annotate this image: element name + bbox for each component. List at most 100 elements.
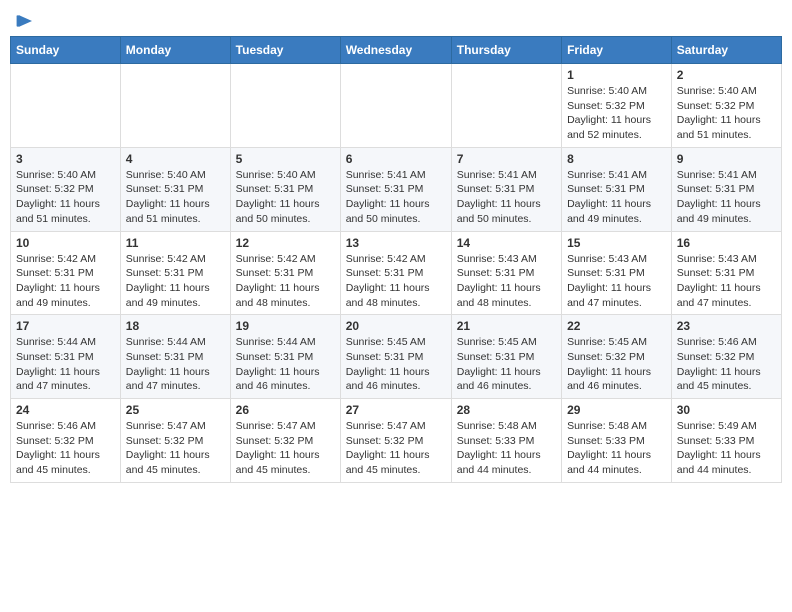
calendar-week-4: 17 Sunrise: 5:44 AM Sunset: 5:31 PM Dayli… xyxy=(11,315,782,399)
day-info: Sunrise: 5:42 AM Sunset: 5:31 PM Dayligh… xyxy=(236,252,335,311)
day-number: 13 xyxy=(346,236,446,250)
calendar-cell: 4 Sunrise: 5:40 AM Sunset: 5:31 PM Daylig… xyxy=(120,147,230,231)
day-info: Sunrise: 5:48 AM Sunset: 5:33 PM Dayligh… xyxy=(567,419,666,478)
logo-icon xyxy=(16,14,34,28)
day-info: Sunrise: 5:47 AM Sunset: 5:32 PM Dayligh… xyxy=(346,419,446,478)
day-number: 7 xyxy=(457,152,556,166)
day-info: Sunrise: 5:46 AM Sunset: 5:32 PM Dayligh… xyxy=(677,335,776,394)
day-info: Sunrise: 5:47 AM Sunset: 5:32 PM Dayligh… xyxy=(236,419,335,478)
day-number: 21 xyxy=(457,319,556,333)
calendar-cell: 25 Sunrise: 5:47 AM Sunset: 5:32 PM Dayli… xyxy=(120,399,230,483)
day-info: Sunrise: 5:40 AM Sunset: 5:31 PM Dayligh… xyxy=(236,168,335,227)
calendar-cell xyxy=(230,64,340,148)
calendar-body: 1 Sunrise: 5:40 AM Sunset: 5:32 PM Daylig… xyxy=(11,64,782,483)
calendar-cell: 30 Sunrise: 5:49 AM Sunset: 5:33 PM Dayli… xyxy=(671,399,781,483)
day-number: 2 xyxy=(677,68,776,82)
day-info: Sunrise: 5:41 AM Sunset: 5:31 PM Dayligh… xyxy=(677,168,776,227)
day-number: 4 xyxy=(126,152,225,166)
day-info: Sunrise: 5:42 AM Sunset: 5:31 PM Dayligh… xyxy=(346,252,446,311)
day-info: Sunrise: 5:41 AM Sunset: 5:31 PM Dayligh… xyxy=(346,168,446,227)
calendar-cell: 8 Sunrise: 5:41 AM Sunset: 5:31 PM Daylig… xyxy=(562,147,672,231)
day-number: 3 xyxy=(16,152,115,166)
calendar-week-5: 24 Sunrise: 5:46 AM Sunset: 5:32 PM Dayli… xyxy=(11,399,782,483)
calendar-cell: 1 Sunrise: 5:40 AM Sunset: 5:32 PM Daylig… xyxy=(562,64,672,148)
day-info: Sunrise: 5:43 AM Sunset: 5:31 PM Dayligh… xyxy=(567,252,666,311)
calendar-header-row: SundayMondayTuesdayWednesdayThursdayFrid… xyxy=(11,37,782,64)
day-info: Sunrise: 5:45 AM Sunset: 5:31 PM Dayligh… xyxy=(457,335,556,394)
calendar-cell: 24 Sunrise: 5:46 AM Sunset: 5:32 PM Dayli… xyxy=(11,399,121,483)
calendar-cell: 26 Sunrise: 5:47 AM Sunset: 5:32 PM Dayli… xyxy=(230,399,340,483)
day-number: 28 xyxy=(457,403,556,417)
day-number: 25 xyxy=(126,403,225,417)
header-day-sunday: Sunday xyxy=(11,37,121,64)
day-number: 24 xyxy=(16,403,115,417)
calendar-cell: 3 Sunrise: 5:40 AM Sunset: 5:32 PM Daylig… xyxy=(11,147,121,231)
header-day-monday: Monday xyxy=(120,37,230,64)
header-day-thursday: Thursday xyxy=(451,37,561,64)
calendar-cell: 28Sunrise: 5:48 AM Sunset: 5:33 PM Dayli… xyxy=(451,399,561,483)
calendar-cell: 5 Sunrise: 5:40 AM Sunset: 5:31 PM Daylig… xyxy=(230,147,340,231)
day-info: Sunrise: 5:45 AM Sunset: 5:31 PM Dayligh… xyxy=(346,335,446,394)
day-number: 10 xyxy=(16,236,115,250)
day-info: Sunrise: 5:42 AM Sunset: 5:31 PM Dayligh… xyxy=(126,252,225,311)
day-info: Sunrise: 5:44 AM Sunset: 5:31 PM Dayligh… xyxy=(126,335,225,394)
day-number: 26 xyxy=(236,403,335,417)
day-info: Sunrise: 5:44 AM Sunset: 5:31 PM Dayligh… xyxy=(236,335,335,394)
day-number: 9 xyxy=(677,152,776,166)
calendar-cell: 19Sunrise: 5:44 AM Sunset: 5:31 PM Dayli… xyxy=(230,315,340,399)
day-info: Sunrise: 5:46 AM Sunset: 5:32 PM Dayligh… xyxy=(16,419,115,478)
calendar-cell: 22 Sunrise: 5:45 AM Sunset: 5:32 PM Dayli… xyxy=(562,315,672,399)
day-info: Sunrise: 5:45 AM Sunset: 5:32 PM Dayligh… xyxy=(567,335,666,394)
day-number: 17 xyxy=(16,319,115,333)
day-number: 6 xyxy=(346,152,446,166)
day-number: 11 xyxy=(126,236,225,250)
day-info: Sunrise: 5:40 AM Sunset: 5:32 PM Dayligh… xyxy=(567,84,666,143)
calendar-week-3: 10 Sunrise: 5:42 AM Sunset: 5:31 PM Dayli… xyxy=(11,231,782,315)
day-info: Sunrise: 5:42 AM Sunset: 5:31 PM Dayligh… xyxy=(16,252,115,311)
day-number: 20 xyxy=(346,319,446,333)
day-number: 30 xyxy=(677,403,776,417)
day-number: 14 xyxy=(457,236,556,250)
day-info: Sunrise: 5:43 AM Sunset: 5:31 PM Dayligh… xyxy=(457,252,556,311)
header-day-tuesday: Tuesday xyxy=(230,37,340,64)
calendar-cell: 14 Sunrise: 5:43 AM Sunset: 5:31 PM Dayli… xyxy=(451,231,561,315)
calendar-week-2: 3 Sunrise: 5:40 AM Sunset: 5:32 PM Daylig… xyxy=(11,147,782,231)
day-number: 27 xyxy=(346,403,446,417)
day-info: Sunrise: 5:41 AM Sunset: 5:31 PM Dayligh… xyxy=(567,168,666,227)
header-day-saturday: Saturday xyxy=(671,37,781,64)
calendar-cell: 21 Sunrise: 5:45 AM Sunset: 5:31 PM Dayli… xyxy=(451,315,561,399)
day-number: 8 xyxy=(567,152,666,166)
calendar-cell: 16 Sunrise: 5:43 AM Sunset: 5:31 PM Dayli… xyxy=(671,231,781,315)
day-info: Sunrise: 5:40 AM Sunset: 5:32 PM Dayligh… xyxy=(677,84,776,143)
calendar-cell xyxy=(340,64,451,148)
calendar-cell: 17 Sunrise: 5:44 AM Sunset: 5:31 PM Dayli… xyxy=(11,315,121,399)
day-info: Sunrise: 5:43 AM Sunset: 5:31 PM Dayligh… xyxy=(677,252,776,311)
day-number: 5 xyxy=(236,152,335,166)
day-number: 22 xyxy=(567,319,666,333)
calendar-cell xyxy=(451,64,561,148)
header-day-wednesday: Wednesday xyxy=(340,37,451,64)
day-number: 23 xyxy=(677,319,776,333)
calendar-table: SundayMondayTuesdayWednesdayThursdayFrid… xyxy=(10,36,782,483)
day-number: 29 xyxy=(567,403,666,417)
day-number: 1 xyxy=(567,68,666,82)
day-info: Sunrise: 5:40 AM Sunset: 5:31 PM Dayligh… xyxy=(126,168,225,227)
day-info: Sunrise: 5:40 AM Sunset: 5:32 PM Dayligh… xyxy=(16,168,115,227)
day-info: Sunrise: 5:49 AM Sunset: 5:33 PM Dayligh… xyxy=(677,419,776,478)
calendar-week-1: 1 Sunrise: 5:40 AM Sunset: 5:32 PM Daylig… xyxy=(11,64,782,148)
day-number: 16 xyxy=(677,236,776,250)
calendar-cell xyxy=(120,64,230,148)
calendar-cell: 27 Sunrise: 5:47 AM Sunset: 5:32 PM Dayli… xyxy=(340,399,451,483)
calendar-cell: 2 Sunrise: 5:40 AM Sunset: 5:32 PM Daylig… xyxy=(671,64,781,148)
calendar-cell: 13 Sunrise: 5:42 AM Sunset: 5:31 PM Dayli… xyxy=(340,231,451,315)
page-header xyxy=(10,10,782,28)
logo xyxy=(14,10,34,28)
calendar-cell: 29 Sunrise: 5:48 AM Sunset: 5:33 PM Dayli… xyxy=(562,399,672,483)
day-info: Sunrise: 5:47 AM Sunset: 5:32 PM Dayligh… xyxy=(126,419,225,478)
day-number: 12 xyxy=(236,236,335,250)
day-info: Sunrise: 5:44 AM Sunset: 5:31 PM Dayligh… xyxy=(16,335,115,394)
header-day-friday: Friday xyxy=(562,37,672,64)
calendar-cell: 7Sunrise: 5:41 AM Sunset: 5:31 PM Daylig… xyxy=(451,147,561,231)
calendar-cell: 20 Sunrise: 5:45 AM Sunset: 5:31 PM Dayli… xyxy=(340,315,451,399)
calendar-cell: 10 Sunrise: 5:42 AM Sunset: 5:31 PM Dayli… xyxy=(11,231,121,315)
